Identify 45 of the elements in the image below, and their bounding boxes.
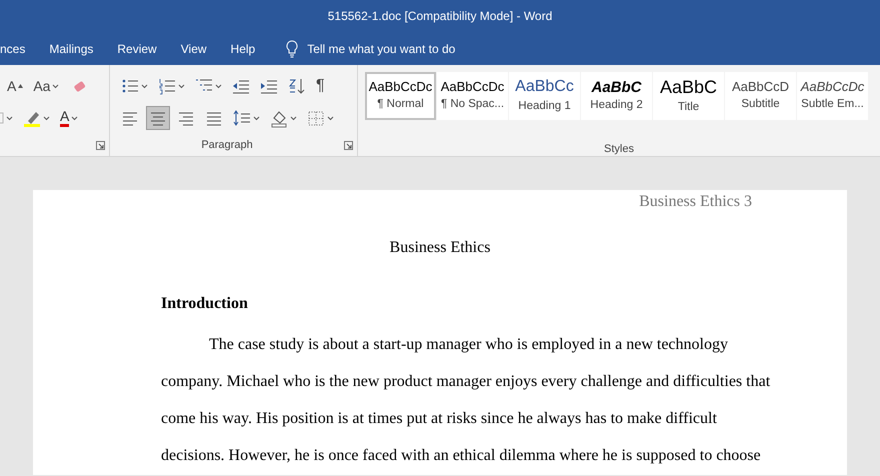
lightbulb-icon [285,40,300,58]
grow-font-button[interactable]: A [4,74,26,98]
show-marks-button[interactable]: ¶ [313,74,328,98]
ribbon-tab[interactable]: Help [218,40,268,58]
caret-icon [6,116,13,120]
borders-icon [307,108,325,128]
caret-icon [71,116,78,120]
ribbon-tab[interactable]: Mailings [37,40,106,58]
font-color-button[interactable]: A [57,106,82,130]
paint-bucket-icon [270,108,288,128]
group-label: Paragraph [200,138,254,153]
caret-icon [253,116,260,120]
page-header: Business Ethics 3 [639,192,752,212]
caret-icon [215,84,222,88]
caret-icon [327,116,334,120]
caret-icon [290,116,297,120]
style-gallery-item[interactable]: AaBbCc Heading 1 [509,72,580,120]
caret-icon [141,84,148,88]
ribbon-tab[interactable]: nces [0,40,38,58]
ribbon-tab[interactable]: View [168,40,219,58]
section-heading: Introduction [161,295,248,312]
style-gallery-item[interactable]: AaBbC Title [653,72,724,120]
change-case-button[interactable]: Aa [30,74,62,98]
dialog-launcher-icon [96,141,105,150]
tell-me-search[interactable]: Tell me what you want to do [273,40,468,58]
dialog-launcher-icon [344,140,353,150]
caret-icon [43,116,50,120]
style-gallery-item[interactable]: AaBbCcDc ¶ Normal [365,72,436,120]
bullet-list-icon [121,76,139,96]
group-label: Styles [604,143,634,155]
style-gallery-item[interactable]: AaBbCcDc ¶ No Spac... [437,72,508,120]
window-title: 515562-1.doc [Compatibility Mode] - Word [328,8,552,25]
caret-icon [52,84,60,88]
ribbon-tab[interactable]: Review [105,40,169,58]
sort-icon [288,76,306,96]
caret-icon [178,84,185,88]
align-center-button[interactable] [146,106,170,130]
line-spacing-icon [233,108,251,128]
up-arrow-icon [18,84,24,88]
style-gallery-item[interactable]: AaBbCcDc Subtle Em... [797,72,868,120]
body-paragraph: The case study is about a start-up manager who is employed in a new technology company. Michael who is the new product manager enjoys every challenge and difficulties that come his way. His position is at times put at risks since he always has to make difficult decisions. However, he is once faced with an ethical dilemma where he is supposed to choose [161,335,772,466]
style-gallery-item[interactable]: AaBbCcD Subtitle [725,72,796,120]
numbered-list-icon [158,76,176,96]
document-title: Business Ethics [390,239,490,256]
style-gallery-item[interactable]: AaBbC Heading 2 [581,72,652,120]
